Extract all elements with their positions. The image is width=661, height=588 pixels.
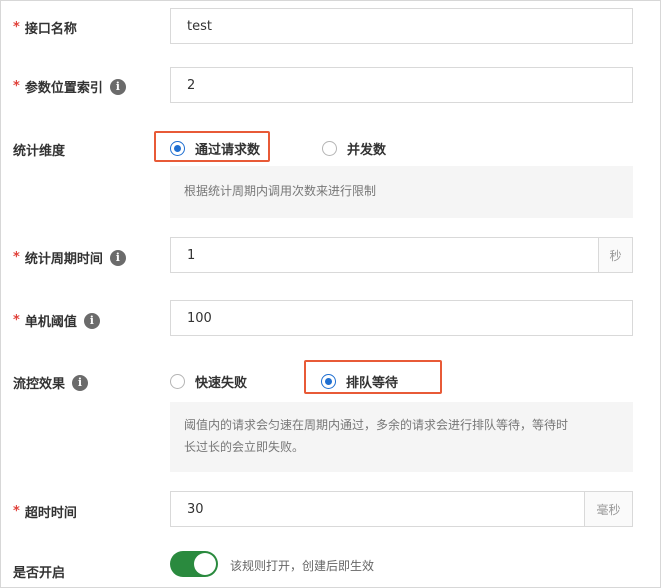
required-marker: * — [13, 504, 20, 519]
info-icon[interactable]: i — [83, 312, 100, 329]
stat-dimension-hint-text: 根据统计周期内调用次数来进行限制 — [184, 184, 377, 198]
flow-effect-hint-line2: 长过长的会立即失败。 — [184, 440, 305, 454]
param-index-label-text: 参数位置索引 — [24, 81, 103, 96]
threshold-label-text: 单机阈值 — [24, 315, 77, 330]
radio-fast-fail-label: 快速失败 — [195, 376, 248, 391]
enabled-description: 该规则打开，创建后即生效 — [230, 559, 375, 573]
flow-effect-label-text: 流控效果 — [13, 377, 66, 392]
enabled-switch[interactable] — [170, 551, 218, 577]
stat-period-input[interactable]: 1 秒 — [170, 237, 633, 273]
flow-effect-hint-line1: 阈值内的请求会匀速在周期内通过，多余的请求会进行排队等待，等待时 — [184, 418, 569, 432]
radio-pass-requests[interactable]: 通过请求数 — [170, 139, 260, 158]
interface-name-label-text: 接口名称 — [24, 22, 77, 37]
radio-concurrency-label: 并发数 — [347, 143, 387, 158]
switch-knob — [194, 553, 216, 575]
interface-name-input[interactable]: test — [170, 8, 633, 44]
timeout-value: 30 — [187, 501, 204, 517]
param-index-value: 2 — [187, 77, 196, 93]
stat-period-label: * 统计周期时间 i — [13, 248, 126, 267]
stat-dimension-label: 统计维度 — [13, 140, 65, 159]
timeout-label: * 超时时间 — [13, 502, 77, 521]
stat-period-value: 1 — [187, 247, 196, 263]
radio-pass-requests-label: 通过请求数 — [195, 143, 261, 158]
required-marker: * — [13, 313, 20, 328]
enabled-label-text: 是否开启 — [13, 566, 66, 581]
threshold-label: * 单机阈值 i — [13, 311, 100, 330]
timeout-input[interactable]: 30 毫秒 — [170, 491, 633, 527]
timeout-label-text: 超时时间 — [24, 506, 77, 521]
interface-name-value: test — [187, 18, 212, 34]
threshold-input[interactable]: 100 — [170, 300, 633, 336]
required-marker: * — [13, 250, 20, 265]
stat-dimension-hint: 根据统计周期内调用次数来进行限制 — [170, 166, 633, 218]
radio-concurrency[interactable]: 并发数 — [322, 139, 386, 158]
stat-dimension-label-text: 统计维度 — [13, 144, 66, 159]
param-index-label: * 参数位置索引 i — [13, 77, 126, 96]
stat-period-label-text: 统计周期时间 — [24, 252, 103, 267]
param-index-input[interactable]: 2 — [170, 67, 633, 103]
required-marker: * — [13, 20, 20, 35]
interface-name-label: * 接口名称 — [13, 18, 77, 37]
info-icon[interactable]: i — [109, 78, 126, 95]
timeout-unit: 毫秒 — [584, 492, 632, 526]
radio-queue-wait[interactable]: 排队等待 — [321, 372, 398, 391]
radio-queue-wait-label: 排队等待 — [346, 376, 399, 391]
radio-dot — [322, 141, 337, 156]
radio-dot — [170, 374, 185, 389]
radio-dot — [170, 141, 185, 156]
radio-fast-fail[interactable]: 快速失败 — [170, 372, 247, 391]
flow-effect-label: 流控效果 i — [13, 373, 89, 392]
enabled-label: 是否开启 — [13, 562, 65, 581]
stat-period-unit: 秒 — [598, 238, 632, 272]
flow-effect-hint: 阈值内的请求会匀速在周期内通过，多余的请求会进行排队等待，等待时 长过长的会立即… — [170, 402, 633, 472]
radio-dot — [321, 374, 336, 389]
required-marker: * — [13, 79, 20, 94]
info-icon[interactable]: i — [72, 374, 89, 391]
info-icon[interactable]: i — [109, 249, 126, 266]
threshold-value: 100 — [187, 310, 212, 326]
